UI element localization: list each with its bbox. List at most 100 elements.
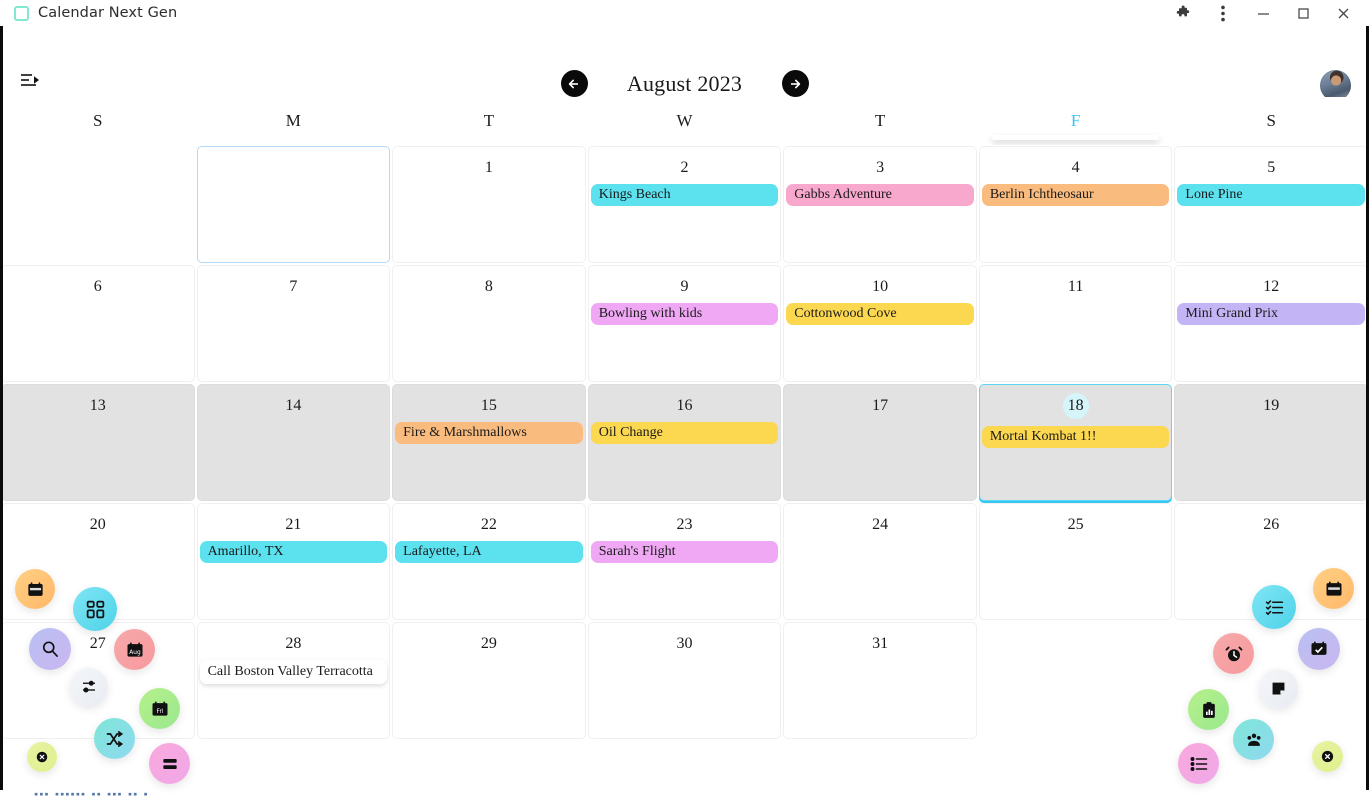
calendar-event[interactable]: Call Boston Valley Terracotta [199,660,388,684]
calendar-day-cell[interactable]: 7 [196,265,391,382]
next-month-button[interactable] [781,70,809,97]
day-number: 18 [980,385,1172,419]
calendar-day-cell[interactable]: 18 Mortal Kombat 1!! [978,384,1173,501]
day-events: Bowling with kids [589,296,781,325]
calendar-day-cell[interactable]: 30 [587,622,782,739]
calendar-day-cell[interactable]: 8 [392,265,586,382]
weekday-header-row: SMTWTFS [0,97,1369,145]
calendar-event[interactable]: Mortal Kombat 1!! [981,426,1170,448]
day-number: 5 [1267,159,1276,176]
calendar-day-cell[interactable]: 15 Fire & Marshmallows [392,384,586,501]
calendar-day-cell[interactable]: 22 Lafayette, LA [392,503,586,620]
day-events [980,296,1172,303]
maximize-icon[interactable] [1283,0,1323,26]
calendar-day-cell[interactable]: 24 [783,503,977,620]
day-number: 20 [89,516,106,533]
calendar-day-cell[interactable]: 2 Kings Beach [587,146,782,263]
calendar-event[interactable]: Lone Pine [1177,184,1365,206]
calendar-event[interactable]: Fire & Marshmallows [395,422,583,444]
calendar-event[interactable]: Bowling with kids [590,303,779,325]
day-events [784,534,976,541]
calendar-empty-cell[interactable] [196,146,391,263]
calendar-day-cell[interactable]: 4 Berlin Ichtheosaur [978,146,1173,263]
clipboard-chart-icon[interactable] [1188,689,1229,730]
calendar-day-cell[interactable]: 29 [392,622,586,739]
calendar-event[interactable]: Sarah's Flight [590,541,779,563]
close-icon[interactable] [1323,0,1363,26]
calendar-event[interactable]: Berlin Ichtheosaur [981,184,1170,206]
previous-month-button[interactable] [560,70,588,97]
calendar-event[interactable]: Kings Beach [590,184,779,206]
day-events [1175,534,1367,541]
weekday-header-0[interactable]: S [0,97,196,145]
calendar-day-cell[interactable]: 21 Amarillo, TX [196,503,391,620]
calendar-day-name-icon[interactable]: Fri [139,688,180,729]
calendar-event[interactable]: Gabbs Adventure [786,184,974,206]
calendar-day-cell[interactable]: 11 [978,265,1173,382]
day-number: 2 [680,159,689,176]
extensions-puzzle-icon[interactable] [1163,0,1203,26]
calendar-day-cell[interactable]: 1 [392,146,586,263]
day-events: Mini Grand Prix [1175,296,1367,325]
calendar-day-cell[interactable]: 5 Lone Pine [1174,146,1368,263]
settings-sliders-icon[interactable] [70,668,108,706]
weekday-header-6[interactable]: S [1173,97,1369,145]
browser-tab[interactable]: Calendar Next Gen [0,5,177,21]
calendar-day-cell[interactable]: 14 [196,384,391,501]
day-number: 31 [872,635,889,652]
calendar-day-cell[interactable]: 23 Sarah's Flight [587,503,782,620]
day-events: Lafayette, LA [393,534,585,563]
three-dot-menu-icon[interactable] [1203,0,1243,26]
calendar-day-cell[interactable]: 17 [783,384,977,501]
weekday-header-3[interactable]: W [587,97,783,145]
calendar-blank-right-icon[interactable] [1313,568,1354,609]
calendar-app-window: Calendar Next Gen August 2023 S M T W T … [0,0,1369,799]
statusbar-text: ▪▪▪ ▪▪▪▪▪▪ ▪▪ ▪▪▪ ▪▪ ▪ [34,790,149,798]
calendar-day-cell[interactable]: 16 Oil Change [587,384,782,501]
calendar-event[interactable]: Cottonwood Cove [786,303,974,325]
calendar-event[interactable]: Oil Change [590,422,779,444]
dashboard-grid-icon[interactable] [73,587,117,631]
close-left-icon[interactable] [27,742,57,772]
shuffle-icon[interactable] [94,718,135,759]
checklist-icon[interactable] [1252,585,1296,629]
day-number: 8 [484,278,493,295]
day-events: Kings Beach [589,177,781,206]
task-list-icon[interactable] [1178,743,1219,784]
group-people-icon[interactable] [1233,719,1274,760]
calendar-day-cell[interactable]: 6 [1,265,195,382]
calendar-day-icon[interactable] [15,569,55,609]
calendar-day-cell[interactable]: 25 [978,503,1173,620]
weekday-header-4[interactable]: T [782,97,978,145]
weekday-header-5[interactable]: F [978,97,1174,145]
day-number: 11 [1067,278,1084,295]
day-events [784,653,976,660]
day-number: 3 [876,159,885,176]
calendar-day-cell[interactable]: 9 Bowling with kids [587,265,782,382]
agenda-rows-icon[interactable] [149,743,190,784]
calendar-day-cell[interactable]: 10 Cottonwood Cove [783,265,977,382]
calendar-check-icon[interactable] [1298,628,1340,670]
calendar-day-cell[interactable]: 3 Gabbs Adventure [783,146,977,263]
calendar-event[interactable]: Mini Grand Prix [1177,303,1365,325]
calendar-day-cell[interactable]: 19 [1174,384,1368,501]
weekday-header-1[interactable]: M [196,97,392,145]
day-events [393,177,585,184]
calendar-event[interactable]: Amarillo, TX [199,541,388,563]
day-number: 21 [285,516,302,533]
note-icon[interactable] [1259,669,1298,708]
close-right-icon[interactable] [1312,741,1343,772]
search-icon[interactable] [29,628,71,670]
calendar-day-cell[interactable]: 31 [783,622,977,739]
minimize-icon[interactable] [1243,0,1283,26]
calendar-event[interactable]: Lafayette, LA [395,541,583,563]
day-events: Fire & Marshmallows [393,415,585,444]
calendar-month-icon[interactable]: Aug [114,629,155,670]
calendar-day-cell[interactable]: 13 [1,384,195,501]
calendar-day-cell[interactable]: 12 Mini Grand Prix [1174,265,1368,382]
alarm-clock-icon[interactable] [1213,633,1254,674]
day-events [198,415,390,422]
calendar-day-cell[interactable]: 28 Call Boston Valley Terracotta [196,622,391,739]
weekday-header-2[interactable]: T [391,97,587,145]
day-number: 19 [1263,397,1280,414]
